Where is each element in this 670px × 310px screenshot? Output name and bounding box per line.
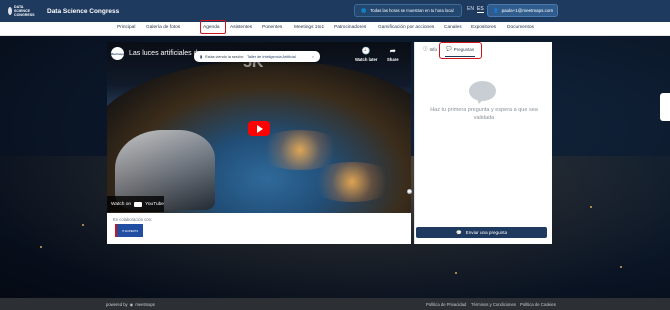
nav-gamificacion[interactable]: Gamificación por acciones [378, 25, 434, 30]
share-icon: ➦ [389, 47, 396, 55]
footer: powered by ◉ meetmaps Política de Privac… [0, 298, 670, 310]
nav-canales[interactable]: Canales [444, 25, 462, 30]
user-menu-button[interactable]: 👤 paula+1@meetmaps.com [487, 4, 558, 17]
nav-documentos[interactable]: Documentos [507, 25, 534, 30]
meetmaps-logo-icon: ◉ [129, 302, 134, 307]
channel-avatar[interactable]: Meetmaps [111, 47, 124, 60]
globe-icon: 🌐 [361, 7, 367, 13]
meetmaps-brand: meetmaps [135, 302, 155, 307]
logo-text: DATA SCIENCE CONGRESS [14, 5, 35, 17]
share-button[interactable]: ➦ Share [387, 46, 399, 63]
agenda-highlight [200, 20, 226, 34]
questions-tab-highlight [439, 42, 482, 59]
nav-patrocinadores[interactable]: Patrocinadores [334, 25, 366, 30]
nav-expositores[interactable]: Expositores [471, 25, 496, 30]
toast-close-icon[interactable]: × [312, 55, 314, 59]
tab-info[interactable]: ⓘ Info [423, 46, 437, 52]
main-nav: Principal Galería de fotos Agenda Asiste… [0, 22, 670, 36]
watch-later-label: Watch later [355, 57, 378, 62]
nav-asistentes[interactable]: Asistentes [230, 25, 252, 30]
empty-state-text: Haz tu primera pregunta y espera a que s… [430, 107, 538, 121]
info-icon: ▮ [200, 55, 203, 59]
cookies-link[interactable]: Política de Cookies [520, 302, 556, 307]
nav-galeria[interactable]: Galería de fotos [146, 25, 180, 30]
watch-later-button[interactable]: 🕘 Watch later [355, 46, 378, 63]
questions-panel: ⓘ Info 💬 Preguntas Haz tu primera pregun… [414, 42, 552, 244]
toast-session-name[interactable]: Taller de Inteligencia Artificial [247, 55, 296, 59]
collab-logo[interactable]: IT EXPERTS [115, 224, 143, 237]
user-icon: 👤 [493, 7, 499, 13]
youtube-player[interactable]: Meetmaps Las luces artificiales de n 5K … [107, 42, 411, 213]
powered-by-label: powered by [106, 302, 128, 307]
brand[interactable]: DATA SCIENCE CONGRESS Data Science Congr… [8, 4, 119, 18]
top-header: DATA SCIENCE CONGRESS Data Science Congr… [0, 0, 670, 22]
nav-principal[interactable]: Principal [117, 25, 135, 30]
session-toast: ▮ Estás viendo la sesión: Taller de Inte… [194, 51, 320, 62]
event-logo: DATA SCIENCE CONGRESS [8, 4, 38, 18]
privacy-link[interactable]: Política de Privacidad [426, 302, 466, 307]
powered-by[interactable]: powered by ◉ meetmaps [106, 302, 155, 307]
logo-mark-icon [8, 7, 13, 15]
timezone-text: Todas las horas se muestran en tu hora l… [370, 8, 454, 13]
clock-icon: 🕘 [361, 47, 371, 55]
collab-label: En colaboración con: [113, 217, 153, 222]
send-question-button[interactable]: 💬 Enviar una pregunta [416, 227, 547, 238]
timezone-notice: 🌐 Todas las horas se muestran en tu hora… [354, 4, 462, 17]
collapse-panel-icon[interactable]: ‹ [407, 189, 412, 194]
tab-info-label: Info [429, 46, 438, 52]
send-chat-icon: 💬 [455, 229, 462, 235]
nav-meetings[interactable]: Meetings 1to1 [294, 25, 324, 30]
lang-en-link[interactable]: EN [467, 6, 474, 12]
event-title: Data Science Congress [47, 7, 120, 15]
info-circle-icon: ⓘ [423, 46, 428, 51]
watch-on-youtube-button[interactable]: Watch on YouTube [107, 196, 164, 212]
user-email: paula+1@meetmaps.com [501, 8, 554, 13]
side-widget-tab[interactable] [660, 93, 670, 121]
youtube-label: YouTube [145, 201, 164, 207]
send-question-label: Enviar una pregunta [465, 230, 508, 235]
toast-prefix: Estás viendo la sesión: [205, 54, 244, 59]
video-card: Meetmaps Las luces artificiales de n 5K … [107, 42, 411, 244]
empty-chat-icon [469, 81, 496, 101]
lang-es-link[interactable]: ES [477, 6, 484, 13]
share-label: Share [387, 57, 399, 62]
nav-ponentes[interactable]: Ponentes [262, 25, 282, 30]
terms-link[interactable]: Términos y Condiciones [471, 302, 516, 307]
play-button[interactable] [248, 121, 270, 136]
youtube-logo-icon [134, 201, 143, 207]
watch-on-label: Watch on [111, 201, 132, 207]
video-header: Meetmaps Las luces artificiales de n [111, 47, 207, 60]
